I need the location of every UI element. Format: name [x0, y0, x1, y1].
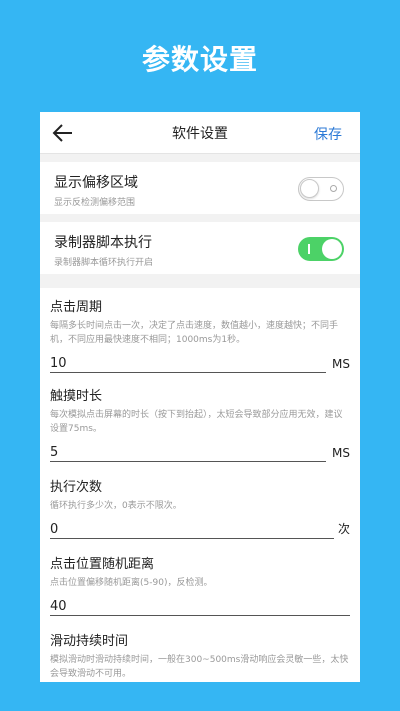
recorder-toggle[interactable] [298, 237, 344, 261]
input-value[interactable]: 10 [50, 356, 67, 371]
random-distance-input[interactable]: 40 [50, 596, 350, 616]
param-label: 点击周期 [50, 300, 103, 315]
page-title: 参数设置 [141, 43, 258, 76]
input-underline [50, 615, 350, 616]
input-underline [50, 538, 334, 539]
toggle-off-mark-icon [330, 185, 337, 192]
input-underline [50, 461, 326, 462]
toggle-on-mark-icon [308, 244, 310, 254]
show-offset-toggle[interactable] [298, 177, 344, 201]
param-desc: 模拟滑动时滑动持续时间，一般在300~500ms滑动响应会灵敏一些，太快会导致滑… [50, 655, 349, 679]
divider [40, 274, 360, 288]
unit-label: MS [332, 357, 350, 371]
switch-row-recorder: 录制器脚本执行 录制器脚本循环执行开启 [40, 222, 360, 274]
param-desc: 循环执行多少次，0表示不限次。 [50, 501, 182, 511]
param-random-distance: 点击位置随机距离 点击位置偏移随机距离(5-90)，反检测。 40 [40, 553, 360, 616]
touch-duration-input[interactable]: 5 MS [50, 442, 350, 462]
param-desc: 每隔多长时间点击一次，决定了点击速度，数值越小，速度越快；不同手机，不同应用最快… [50, 321, 339, 345]
param-desc: 每次模拟点击屏幕的时长（按下到抬起），太短会导致部分应用无效，建议设置75ms。 [50, 410, 343, 434]
switch-row-show-offset: 显示偏移区域 显示反检测偏移范围 [40, 162, 360, 214]
input-value[interactable]: 0 [50, 522, 58, 537]
divider [40, 214, 360, 222]
param-exec-count: 执行次数 循环执行多少次，0表示不限次。 0 次 [40, 476, 360, 539]
save-button[interactable]: 保存 [314, 124, 342, 144]
divider [40, 154, 360, 162]
input-underline [50, 372, 326, 373]
unit-label: 次 [337, 522, 350, 536]
toggle-knob [300, 179, 319, 198]
click-period-input[interactable]: 10 MS [50, 353, 350, 373]
settings-card: 软件设置 保存 显示偏移区域 显示反检测偏移范围 录制器脚本执行 录制器脚本循环… [40, 112, 360, 682]
param-label: 触摸时长 [50, 389, 103, 404]
param-desc: 点击位置偏移随机距离(5-90)，反检测。 [50, 578, 213, 588]
unit-label: MS [332, 446, 350, 460]
param-click-period: 点击周期 每隔多长时间点击一次，决定了点击速度，数值越小，速度越快；不同手机，不… [40, 296, 360, 373]
param-label: 执行次数 [50, 480, 103, 495]
toggle-knob [322, 239, 342, 259]
param-label: 滑动持续时间 [50, 634, 129, 649]
input-value[interactable]: 5 [50, 445, 58, 460]
back-arrow-icon[interactable] [52, 122, 74, 144]
nav-bar: 软件设置 保存 [40, 112, 360, 154]
nav-title: 软件设置 [172, 125, 228, 142]
input-value[interactable]: 40 [50, 599, 67, 614]
param-touch-duration: 触摸时长 每次模拟点击屏幕的时长（按下到抬起），太短会导致部分应用无效，建议设置… [40, 385, 360, 462]
exec-count-input[interactable]: 0 次 [50, 519, 350, 539]
param-label: 点击位置随机距离 [50, 557, 155, 572]
param-swipe-duration: 滑动持续时间 模拟滑动时滑动持续时间，一般在300~500ms滑动响应会灵敏一些… [40, 630, 360, 682]
